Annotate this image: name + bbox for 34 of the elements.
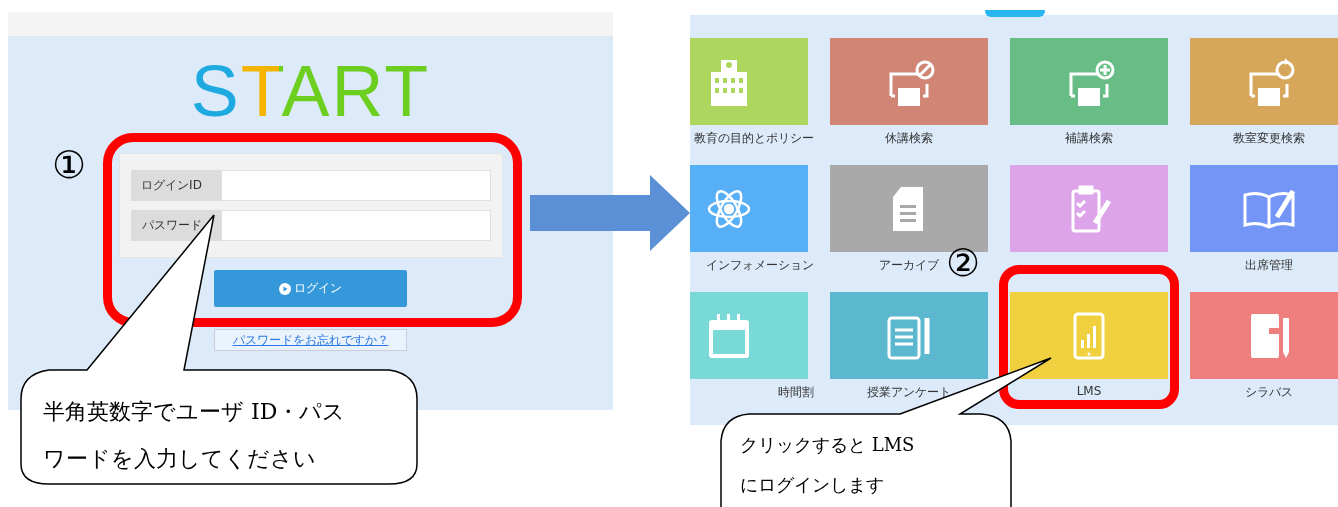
forgot-password-link[interactable]: パスワードをお忘れですか？ — [232, 331, 389, 349]
login-button[interactable]: ログイン — [214, 270, 407, 307]
menu-tile[interactable] — [1190, 38, 1338, 125]
tile-label: アーカイブ — [879, 257, 939, 274]
tile-label: 授業アンケート — [867, 384, 951, 401]
input-field[interactable] — [220, 210, 491, 241]
play-icon — [279, 282, 291, 295]
tile-label: 出席管理 — [1245, 257, 1293, 274]
callout-text: 半角英数字でユーザ ID・パス ワードを入力してください — [43, 398, 346, 473]
menu-tile[interactable] — [1190, 292, 1338, 379]
right-arrow-icon — [530, 175, 690, 251]
menu-tile[interactable] — [830, 292, 988, 379]
callout-text: クリックすると LMS にログインします — [740, 433, 915, 497]
tile-label: シラバス — [1245, 384, 1293, 401]
tile-label: 休講検索 — [885, 130, 933, 147]
menu-tile[interactable] — [690, 292, 808, 379]
menu-tile[interactable] — [1190, 165, 1338, 252]
tile-label: 教育の目的とポリシー — [694, 130, 814, 147]
tile-label: 補講検索 — [1065, 130, 1113, 147]
tile-label: 教室変更検索 — [1233, 130, 1305, 147]
menu-tile[interactable] — [830, 38, 988, 125]
tile-label: インフォメーション — [706, 257, 814, 274]
tile-label: LMS — [1076, 384, 1102, 398]
menu-tile[interactable] — [1010, 292, 1168, 379]
field-label: パスワード — [130, 210, 221, 241]
menu-tile[interactable] — [690, 38, 808, 125]
menu-tile[interactable] — [1010, 165, 1168, 252]
step-number: ② — [946, 244, 980, 282]
step-number: ① — [52, 146, 86, 184]
menu-tile[interactable] — [1010, 38, 1168, 125]
input-field[interactable] — [220, 170, 491, 201]
tile-label: 時間割 — [778, 384, 814, 401]
menu-tile[interactable] — [690, 165, 808, 252]
field-label: ログインID — [130, 170, 221, 201]
